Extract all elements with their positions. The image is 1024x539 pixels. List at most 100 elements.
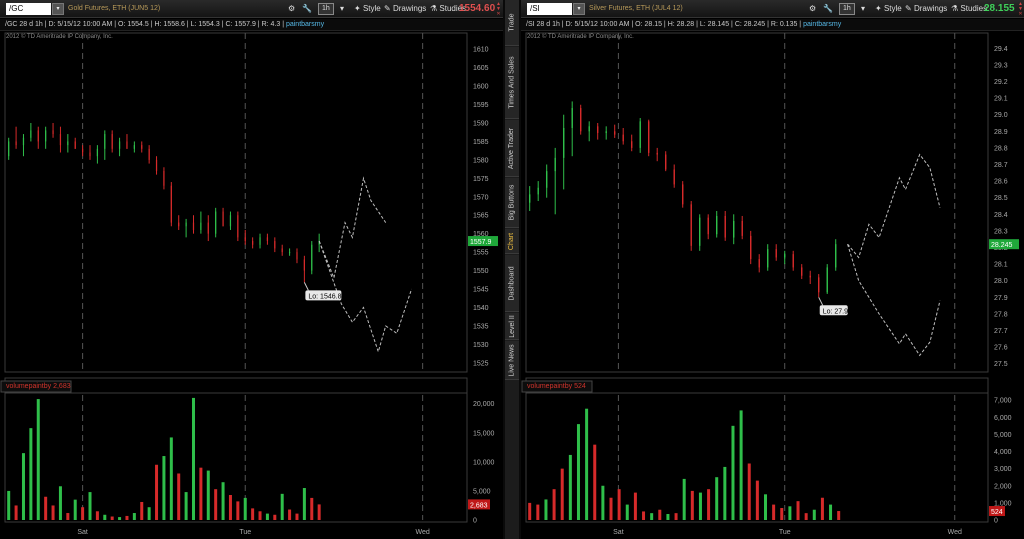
- x-tick-label: Tue: [239, 529, 251, 536]
- side-tab-live-news[interactable]: Live News: [505, 341, 519, 380]
- candle-up: [259, 237, 261, 245]
- volume-bar: [140, 501, 144, 520]
- volume-y-tick-label: 5,000: [994, 432, 1012, 439]
- side-tab-big-buttons[interactable]: Big Buttons: [505, 178, 519, 228]
- y-tick-label: 28.6: [994, 179, 1008, 186]
- y-tick-label: 1555: [473, 250, 489, 257]
- volume-bar: [633, 492, 637, 520]
- x-tick-label: Wed: [416, 529, 430, 536]
- y-tick-label: 1565: [473, 213, 489, 220]
- volume-bar: [36, 399, 40, 520]
- side-tab-dashboard[interactable]: Dashboard: [505, 255, 519, 312]
- volume-bar: [796, 501, 800, 520]
- side-tab-times-and-sales[interactable]: Times And Sales: [505, 47, 519, 119]
- side-tab-label: Chart: [508, 232, 516, 250]
- candle-down: [222, 211, 224, 227]
- projection-upper-line: [318, 176, 387, 280]
- candle-up: [605, 131, 607, 133]
- volume-y-tick-label: 7,000: [994, 398, 1012, 405]
- volume-bar: [617, 489, 621, 520]
- candle-down: [281, 248, 283, 253]
- candle-up: [215, 211, 217, 234]
- candle-down: [74, 141, 76, 149]
- candle-down: [148, 148, 150, 160]
- side-tab-label: Big Buttons: [508, 184, 516, 221]
- volume-bar: [221, 482, 225, 520]
- candle-down: [15, 141, 17, 146]
- side-tab-level-ii[interactable]: Level II: [505, 313, 519, 340]
- volume-study-value: 2,683: [53, 383, 71, 390]
- candle-down: [596, 126, 599, 133]
- current-price-label: 28.245: [991, 242, 1013, 249]
- candle-up: [104, 134, 106, 149]
- volume-bar: [317, 504, 321, 520]
- volume-bar: [812, 509, 816, 520]
- volume-bar: [536, 504, 540, 520]
- candle-up: [96, 148, 99, 157]
- candle-down: [244, 237, 246, 242]
- y-tick-label: 28.4: [994, 212, 1008, 219]
- candle-up: [45, 130, 47, 142]
- volume-bar: [29, 428, 33, 520]
- volume-bar: [723, 466, 727, 520]
- silver-price-chart[interactable]: Sat Tue Wed 27.5 27.6 27.7 27.8 27.9 28.0 28.1 28.…: [521, 0, 1024, 539]
- candle-down: [724, 215, 726, 238]
- candle-up: [133, 145, 135, 149]
- price-pane-border: [4, 32, 468, 373]
- candle-down: [274, 241, 276, 249]
- volume-bar: [658, 509, 662, 520]
- side-tab-label: Level II: [508, 314, 516, 338]
- volume-bar: [772, 504, 776, 520]
- candle-down: [750, 235, 752, 260]
- volume-study-header: volumepaintby 2,683: [6, 381, 71, 392]
- y-tick-label: 28.5: [994, 195, 1008, 202]
- volume-study-label: volumepaintby: [6, 383, 52, 390]
- volume-bar: [206, 470, 210, 520]
- volume-bar: [273, 514, 277, 520]
- volume-bar: [788, 506, 792, 520]
- y-tick-label: 27.5: [994, 361, 1008, 368]
- candle-up: [767, 249, 769, 268]
- volume-bar: [642, 511, 646, 520]
- candle-down: [126, 141, 128, 149]
- y-tick-label: 1530: [473, 342, 489, 349]
- side-tab-chart[interactable]: Chart: [505, 229, 519, 254]
- candle-up: [826, 267, 828, 293]
- candle-down: [192, 222, 195, 230]
- y-tick-label: 28.3: [994, 228, 1008, 235]
- y-tick-label: 1595: [473, 102, 489, 109]
- y-tick-label: 28.7: [994, 162, 1008, 169]
- y-tick-label: 1550: [473, 268, 489, 275]
- candle-down: [741, 220, 743, 236]
- y-tick-label: 28.0: [994, 278, 1008, 285]
- volume-study-value: 524: [574, 383, 586, 390]
- volume-bar: [707, 489, 711, 520]
- volume-y-tick-label: 5,000: [473, 488, 491, 495]
- volume-bar: [302, 488, 306, 520]
- side-tab-active-trader[interactable]: Active Trader: [505, 120, 519, 177]
- candle-up: [784, 254, 786, 258]
- candle-down: [266, 237, 269, 242]
- candle-up: [554, 157, 556, 172]
- current-price-label: 1557.9: [470, 239, 492, 246]
- volume-bar: [666, 514, 670, 520]
- volume-bar: [280, 493, 284, 520]
- volume-y-tick-label: 15,000: [473, 430, 495, 437]
- volume-bar: [837, 511, 841, 520]
- candle-down: [252, 241, 254, 245]
- volume-bar: [110, 516, 114, 520]
- x-tick-label: Tue: [779, 529, 791, 536]
- volume-bar: [81, 507, 85, 520]
- side-tab-trade[interactable]: Trade: [505, 0, 519, 46]
- volume-y-tick-label: 0: [473, 518, 477, 525]
- volume-bar: [7, 490, 11, 520]
- volume-bar: [169, 437, 173, 520]
- volume-bar: [228, 495, 232, 520]
- volume-bar: [576, 424, 580, 520]
- volume-bar: [265, 513, 269, 520]
- volume-bar: [609, 497, 613, 520]
- gold-price-chart[interactable]: Sat Tue Wed 1525 1530 1535 1540 1545 1550 1555 156…: [0, 0, 503, 539]
- volume-bar: [14, 505, 18, 520]
- volume-y-tick-label: 2,000: [994, 483, 1012, 490]
- candle-down: [52, 130, 54, 135]
